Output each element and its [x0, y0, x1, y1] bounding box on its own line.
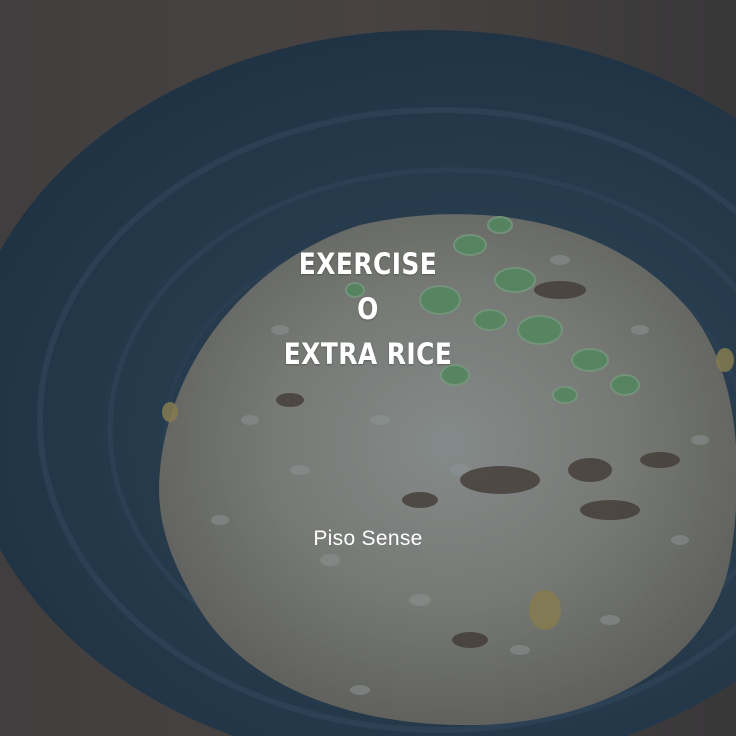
- headline-line-o: O: [357, 292, 379, 326]
- brand-label: Piso Sense: [313, 527, 423, 550]
- headline: EXERCISE O EXTRA RICE: [239, 242, 497, 377]
- headline-line-exercise: EXERCISE: [298, 247, 438, 281]
- headline-line-extra-rice: EXTRA RICE: [283, 337, 453, 371]
- post-image: EXERCISE O EXTRA RICE Piso Sense: [0, 0, 736, 736]
